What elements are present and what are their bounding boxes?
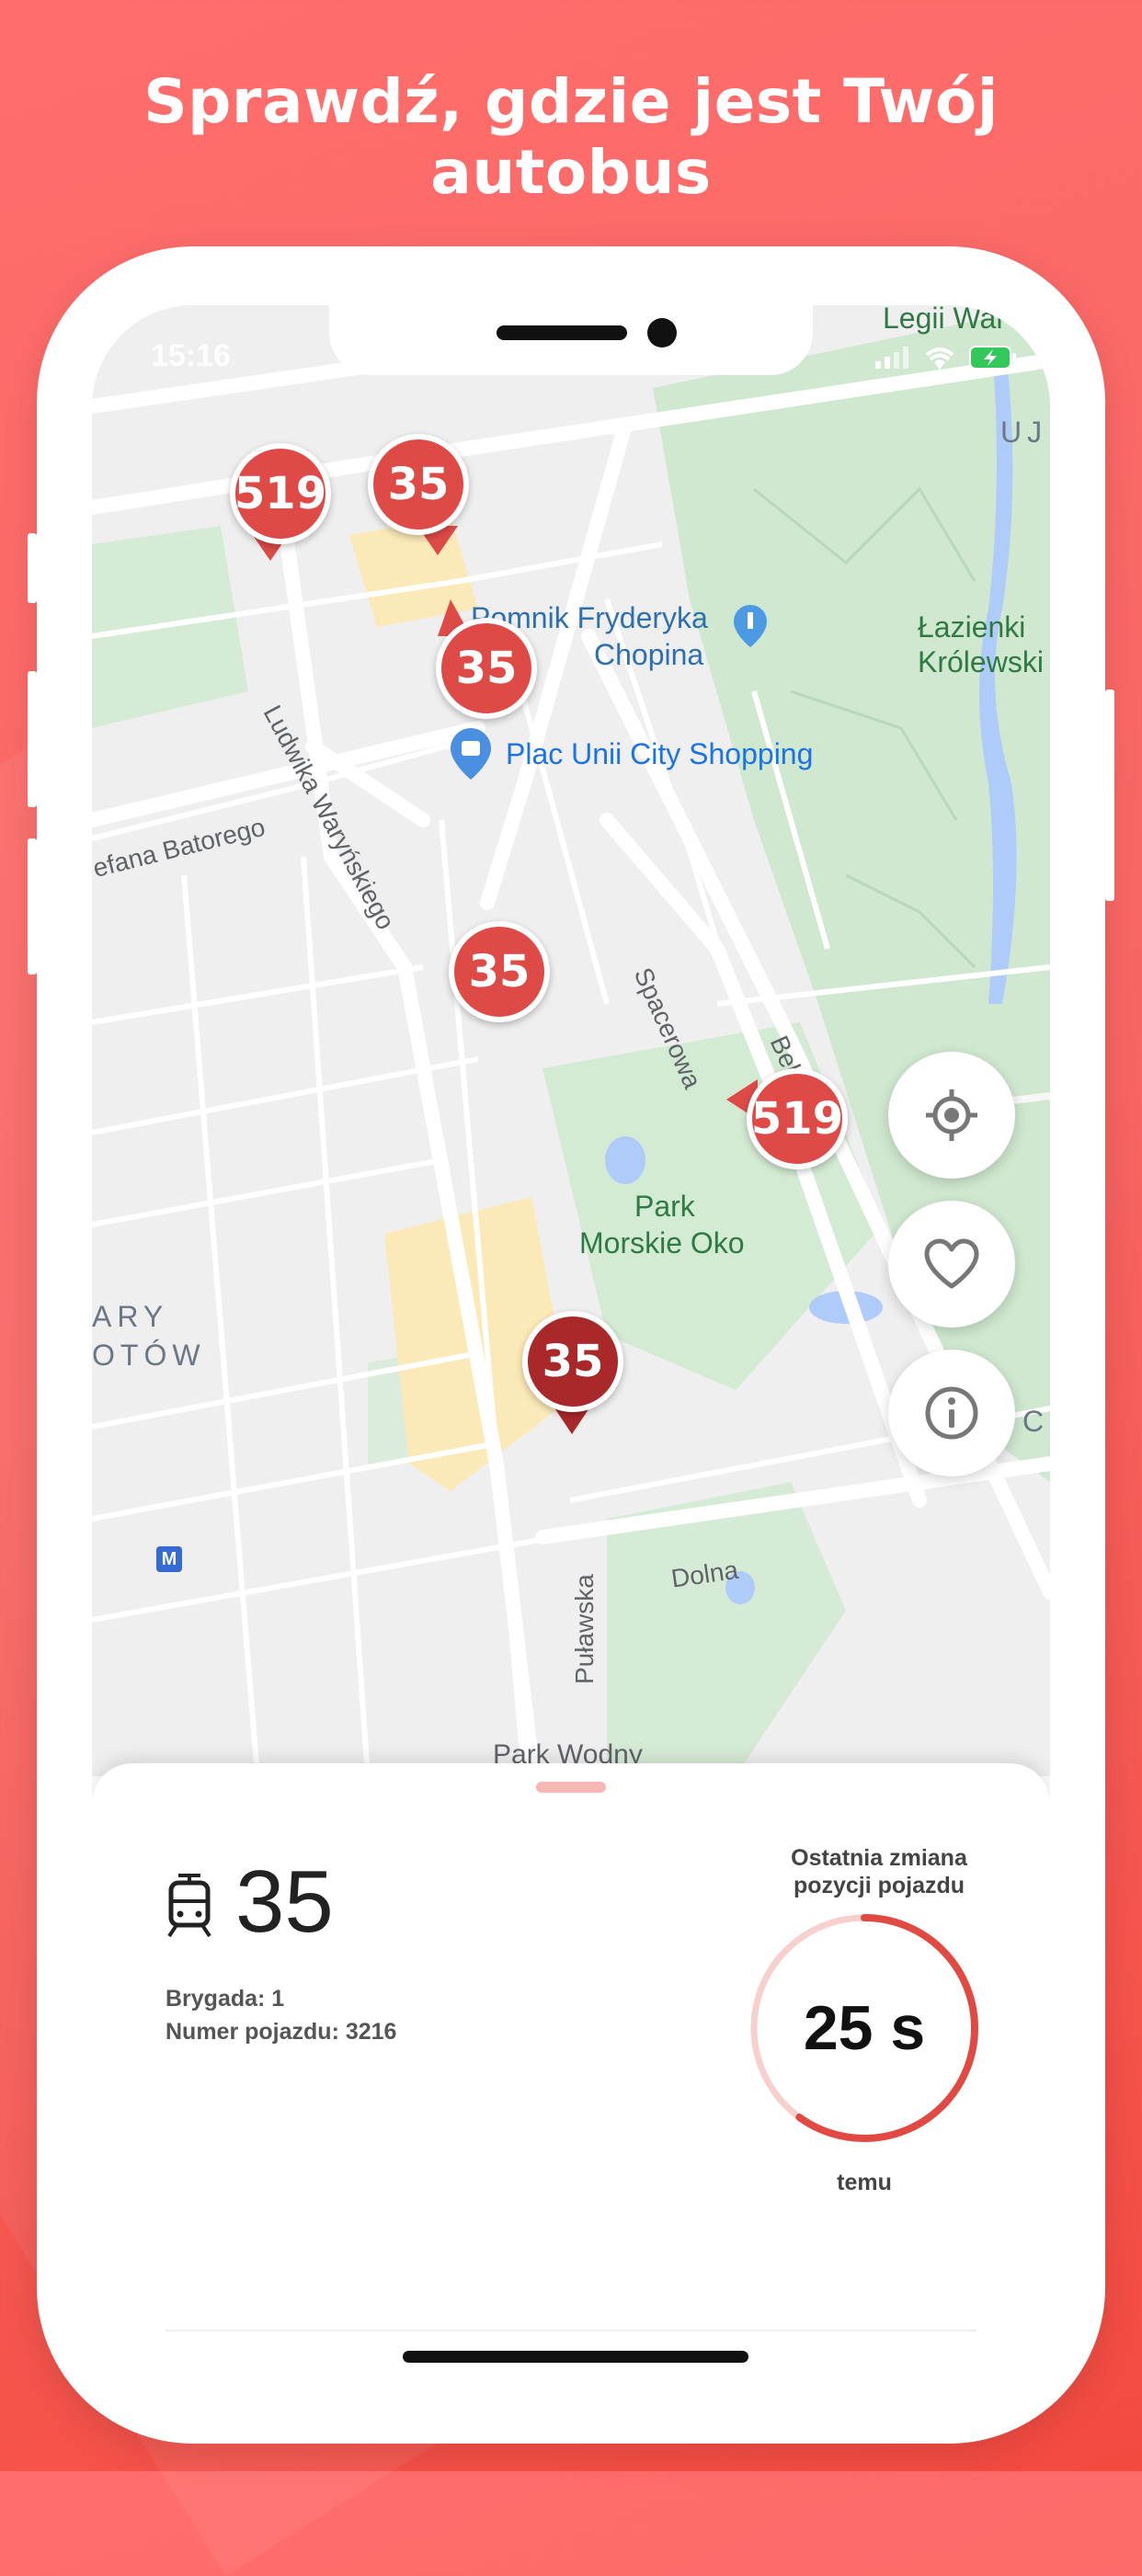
phone-volume-down [28, 838, 37, 975]
info-button[interactable] [888, 1350, 1015, 1476]
park-label: Park [634, 1190, 695, 1223]
bus-marker[interactable]: 35 [368, 434, 478, 572]
heart-icon [924, 1238, 979, 1289]
metro-icon: M [156, 1546, 182, 1572]
district-label: ARY [92, 1300, 169, 1333]
battery-charging-icon [969, 346, 1016, 370]
district-label: UJ [1000, 416, 1048, 449]
phone-notch [329, 305, 813, 375]
home-indicator[interactable] [403, 2351, 748, 2363]
poi-label[interactable]: Plac Unii City Shopping [506, 737, 813, 771]
phone-power-button [1105, 690, 1114, 901]
marker-route: 519 [747, 1068, 848, 1169]
status-time: 15:16 [151, 338, 231, 373]
brigade-label: Brygada: 1 [166, 1986, 285, 2012]
vehicle-number-label: Numer pojazdu: 3216 [166, 2019, 397, 2045]
marker-route: 35 [522, 1311, 623, 1412]
park-label: Królewski [918, 645, 1044, 678]
bus-marker[interactable]: 35 [449, 921, 559, 1032]
park-label: Legii War [883, 305, 1006, 335]
bus-marker[interactable]: 519 [726, 1068, 855, 1179]
signal-icon [875, 347, 908, 369]
crosshair-icon [926, 1089, 977, 1141]
marker-route: 519 [230, 443, 331, 544]
vehicle-details-sheet[interactable]: 35 Brygada: 1 Numer pojazdu: 3216 Ostatn… [92, 1763, 1050, 2379]
timer-caption-line: Ostatnia zmiana [791, 1845, 967, 1871]
district-label: C [1022, 1405, 1050, 1438]
tram-icon [167, 1874, 211, 1938]
favorite-button[interactable] [888, 1201, 1015, 1328]
info-icon [925, 1386, 978, 1440]
park-label: Łazienki [918, 610, 1026, 644]
headline: Sprawdź, gdzie jest Twój autobus [143, 66, 999, 208]
status-icons [875, 346, 1017, 370]
phone-volume-up [28, 671, 37, 807]
phone-side-button [28, 533, 37, 603]
marker-route: 35 [449, 921, 550, 1022]
park-label: Morskie Oko [579, 1226, 745, 1260]
monument-pin-icon[interactable] [734, 605, 767, 647]
line-number: 35 [235, 1852, 334, 1951]
sheet-divider [166, 2330, 976, 2331]
timer-after-label: temu [837, 2170, 892, 2195]
bus-marker[interactable]: 519 [230, 443, 340, 581]
timer-caption-line: pozycji pojazdu [793, 1873, 965, 1898]
poi-label[interactable]: Chopina [594, 638, 703, 672]
app-screen: Ludwika Waryńskiego efana Batorego Space… [92, 305, 1050, 2379]
street-label: Puławska [570, 1574, 599, 1684]
sheet-drag-handle[interactable] [536, 1782, 606, 1793]
bus-marker[interactable]: 35 [436, 599, 546, 737]
bus-marker-selected[interactable]: 35 [522, 1311, 633, 1449]
marker-route: 35 [368, 434, 469, 535]
district-label: OTÓW [92, 1339, 206, 1372]
map[interactable]: Ludwika Waryńskiego efana Batorego Space… [92, 305, 1050, 1776]
timer-caption: Ostatnia zmiana pozycji pojazdu [741, 1844, 1017, 1899]
timer-value: 25 s [803, 1993, 926, 2063]
locate-button[interactable] [888, 1052, 1015, 1179]
wifi-icon [925, 348, 954, 370]
marker-route: 35 [436, 618, 537, 719]
